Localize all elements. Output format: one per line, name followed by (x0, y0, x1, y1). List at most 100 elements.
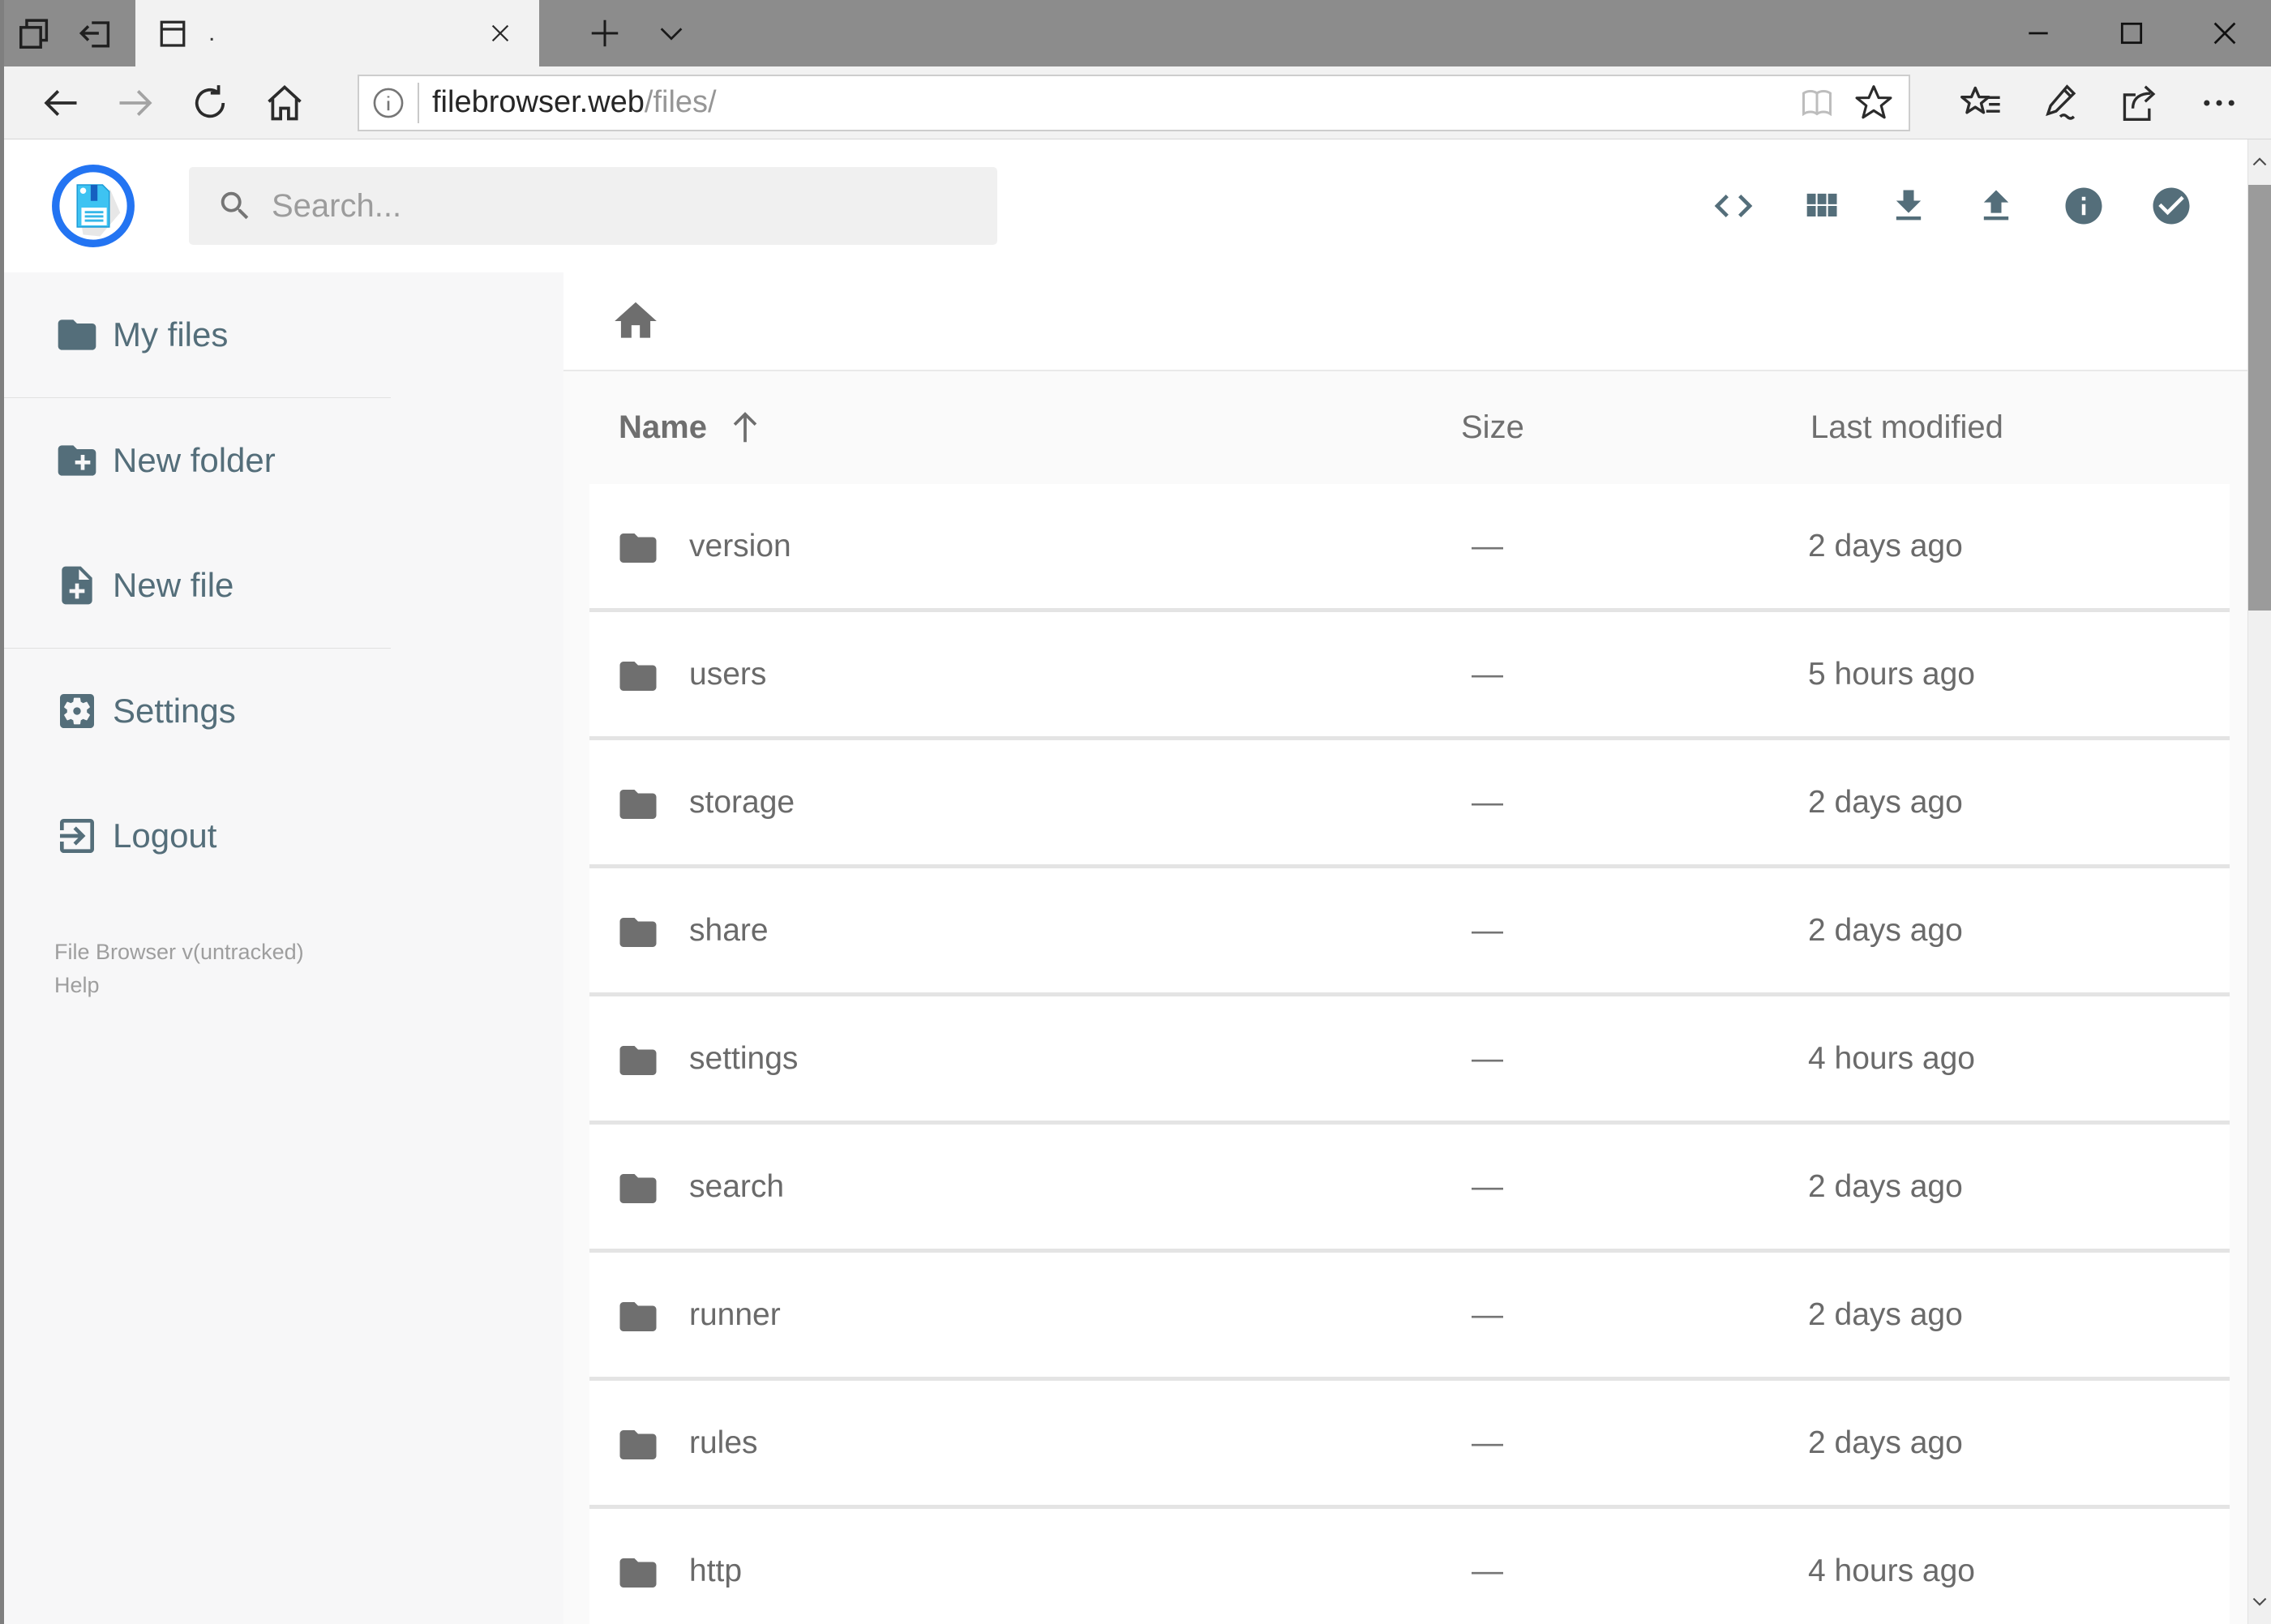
download-button[interactable] (1886, 183, 1931, 229)
refresh-button[interactable] (189, 77, 231, 129)
file-row[interactable]: users — 5 hours ago (589, 612, 2230, 740)
star-icon (1855, 84, 1892, 118)
grid-view-button[interactable] (1798, 183, 1844, 229)
grid-icon (1806, 193, 1837, 216)
scroll-down-button[interactable] (2248, 1579, 2271, 1624)
file-name: share (689, 912, 769, 948)
pen-icon (2046, 84, 2076, 120)
share-button[interactable] (2111, 77, 2168, 129)
url-host: filebrowser.web (432, 85, 645, 119)
file-modified: 2 days ago (1808, 1425, 1963, 1460)
file-row[interactable]: search — 2 days ago (589, 1125, 2230, 1253)
file-modified: 2 days ago (1808, 1168, 1963, 1204)
minimize-button[interactable] (1991, 0, 2085, 66)
upload-button[interactable] (1973, 183, 2019, 229)
close-window-button[interactable] (2178, 0, 2271, 66)
tab-preview-button[interactable] (4, 0, 66, 66)
file-modified: 5 hours ago (1808, 656, 1975, 692)
sidebar-item-new-file[interactable]: New file (4, 523, 563, 648)
sidebar-footer: File Browser v(untracked) Help (54, 936, 563, 1002)
file-name: users (689, 656, 767, 692)
file-size: — (1472, 784, 1503, 820)
tab-list-button[interactable] (638, 0, 705, 66)
help-link[interactable]: Help (54, 969, 563, 1002)
address-bar[interactable]: filebrowser.web/files/ (358, 74, 1910, 131)
sidebar-item-label: My files (113, 315, 229, 354)
site-info-icon[interactable] (359, 86, 418, 120)
file-row[interactable]: rules — 2 days ago (589, 1381, 2230, 1509)
column-header-name[interactable]: Name (619, 371, 764, 484)
page-content: My files New folder New file Sett (4, 139, 2271, 1624)
scrollbar-thumb[interactable] (2248, 185, 2271, 611)
maximize-icon (2120, 22, 2142, 45)
file-size: — (1472, 1425, 1503, 1460)
breadcrumb-home-icon[interactable] (611, 296, 661, 346)
maximize-button[interactable] (2085, 0, 2178, 66)
set-tabs-aside-button[interactable] (66, 0, 127, 66)
new-tab-button[interactable] (572, 0, 638, 66)
forward-button[interactable] (114, 77, 156, 129)
toolbar-actions (1952, 77, 2270, 129)
file-row[interactable]: version — 2 days ago (589, 484, 2230, 612)
scroll-up-button[interactable] (2248, 139, 2271, 185)
favorite-button[interactable] (1845, 77, 1902, 129)
home-button[interactable] (264, 77, 306, 129)
file-row[interactable]: storage — 2 days ago (589, 740, 2230, 868)
tab-bar: . (4, 0, 2271, 66)
sidebar-item-logout[interactable]: Logout (4, 773, 563, 898)
breadcrumb (563, 272, 2247, 371)
file-modified: 2 days ago (1808, 528, 1963, 563)
info-button[interactable] (2061, 183, 2106, 229)
file-row[interactable]: settings — 4 hours ago (589, 996, 2230, 1125)
column-header-size[interactable]: Size (1461, 371, 1524, 484)
logout-icon (54, 813, 100, 859)
code-view-button[interactable] (1711, 183, 1756, 229)
file-size: — (1472, 1553, 1503, 1588)
sidebar-item-new-folder[interactable]: New folder (4, 398, 563, 523)
file-size: — (1472, 1296, 1503, 1332)
select-button[interactable] (2149, 183, 2194, 229)
search-box[interactable] (189, 167, 997, 245)
column-header-modified[interactable]: Last modified (1810, 371, 2003, 484)
url-text[interactable]: filebrowser.web/files/ (432, 85, 1789, 120)
window-controls (1991, 0, 2271, 66)
reading-view-button[interactable] (1789, 77, 1845, 129)
file-table: version — 2 days ago users — 5 hours ago… (589, 484, 2230, 1624)
more-dots-icon (2204, 99, 2235, 106)
page-scrollbar[interactable] (2247, 139, 2271, 1624)
tab-favicon-icon (156, 17, 189, 49)
sidebar-item-label: Logout (113, 816, 217, 855)
browser-tab[interactable]: . (135, 0, 539, 66)
file-name: version (689, 528, 791, 563)
file-row[interactable]: http — 4 hours ago (589, 1509, 2230, 1624)
file-row[interactable]: runner — 2 days ago (589, 1253, 2230, 1381)
back-button[interactable] (40, 77, 82, 129)
favorites-hub-button[interactable] (1952, 77, 2009, 129)
tab-title: . (208, 19, 216, 46)
settings-icon (54, 688, 100, 734)
sidebar-item-my-files[interactable]: My files (4, 272, 563, 397)
more-options-button[interactable] (2191, 77, 2247, 129)
file-modified: 2 days ago (1808, 912, 1963, 948)
set-tabs-aside-icon (78, 15, 115, 52)
file-modified: 4 hours ago (1808, 1553, 1975, 1588)
sidebar-item-settings[interactable]: Settings (4, 649, 563, 773)
file-row[interactable]: share — 2 days ago (589, 868, 2230, 996)
chevron-up-icon (2252, 157, 2267, 166)
file-name: rules (689, 1425, 758, 1460)
file-size: — (1472, 1168, 1503, 1204)
check-circle-icon (2153, 187, 2190, 225)
back-icon (44, 89, 77, 116)
tab-close-button[interactable] (482, 15, 518, 51)
app-header (4, 139, 2247, 272)
search-input[interactable] (272, 187, 953, 225)
folder-icon (616, 526, 660, 570)
close-icon (491, 24, 509, 42)
share-icon (2123, 85, 2156, 121)
web-notes-button[interactable] (2032, 77, 2089, 129)
browser-toolbar: filebrowser.web/files/ (4, 66, 2271, 139)
close-icon (2213, 22, 2235, 45)
folder-icon (616, 1039, 660, 1082)
code-icon (1714, 195, 1753, 217)
plus-icon (591, 19, 619, 47)
